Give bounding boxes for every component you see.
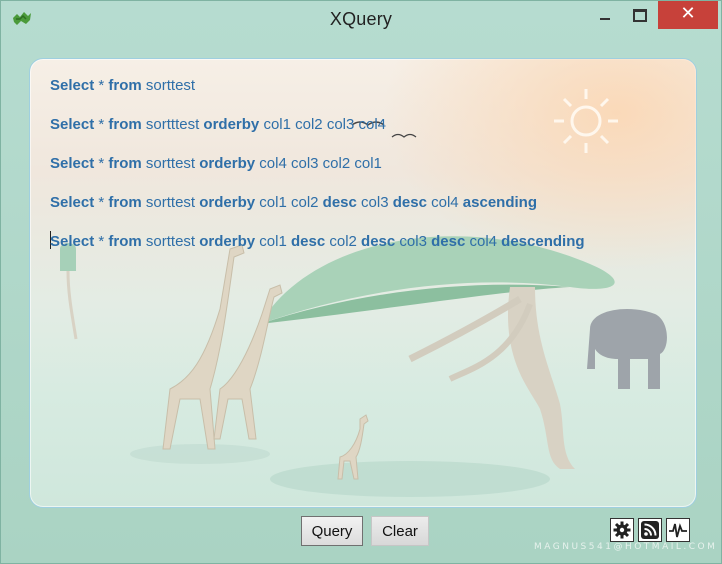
query-text: sorttest: [141, 233, 200, 250]
query-keyword: orderby: [199, 155, 256, 172]
query-keyword: from: [108, 194, 142, 211]
query-keyword: desc: [322, 194, 357, 211]
query-line: Select * from sorttest orderby col4 col3…: [50, 153, 585, 192]
query-line: Select * from sorttest orderby col1 desc…: [50, 231, 585, 270]
query-keyword: orderby: [199, 233, 256, 250]
query-text: col4: [465, 233, 502, 250]
query-text: *: [94, 194, 109, 211]
query-text: sorttest: [141, 194, 200, 211]
query-text: col1 col2: [255, 194, 323, 211]
query-keyword: Select: [50, 77, 95, 94]
query-keyword: from: [108, 233, 142, 250]
query-keyword: from: [108, 77, 142, 94]
query-keyword: desc: [361, 233, 396, 250]
query-text: col3: [356, 194, 393, 211]
monitor-button[interactable]: [666, 518, 690, 542]
activity-icon: [669, 523, 687, 538]
query-line: Select * from sorttest orderby col1 col2…: [50, 192, 585, 231]
query-text: sorttest: [141, 77, 196, 94]
query-text: *: [94, 233, 109, 250]
settings-button[interactable]: [610, 518, 634, 542]
query-button[interactable]: Query: [301, 516, 363, 546]
query-text: col1 col2 col3 col4: [259, 116, 387, 133]
query-keyword: Select: [50, 233, 95, 250]
maximize-button[interactable]: [625, 1, 653, 29]
feed-button[interactable]: [638, 518, 662, 542]
query-keyword: ascending: [462, 194, 537, 211]
app-window: XQuery ✕ Select * from sorttest Select *…: [0, 0, 722, 564]
query-keyword: desc: [431, 233, 466, 250]
query-text: *: [94, 77, 109, 94]
query-text: col3: [395, 233, 432, 250]
query-text-area[interactable]: Select * from sorttest Select * from sort…: [50, 75, 585, 270]
query-keyword: from: [108, 116, 142, 133]
query-line: Select * from sortttest orderby col1 col…: [50, 114, 585, 153]
close-button[interactable]: ✕: [658, 1, 718, 29]
watermark: MAGNUS541@HOTMAIL.COM: [534, 542, 718, 552]
query-text: col4: [426, 194, 463, 211]
query-text: col4 col3 col2 col1: [255, 155, 382, 172]
query-keyword: orderby: [203, 116, 260, 133]
query-text: sortttest: [141, 116, 204, 133]
rss-icon: [641, 521, 659, 539]
query-keyword: desc: [290, 233, 326, 250]
close-icon: ✕: [680, 3, 696, 24]
query-text: sorttest: [141, 155, 200, 172]
query-line: Select * from sorttest: [50, 75, 585, 114]
query-text: col2: [325, 233, 362, 250]
title-bar[interactable]: XQuery ✕: [1, 1, 721, 39]
query-keyword: orderby: [199, 194, 256, 211]
query-text: *: [94, 116, 109, 133]
query-editor[interactable]: Select * from sorttest Select * from sort…: [29, 58, 697, 508]
query-keyword: desc: [392, 194, 427, 211]
query-text: *: [94, 155, 109, 172]
query-keyword: Select: [50, 194, 95, 211]
query-text: col1: [255, 233, 291, 250]
query-keyword: Select: [50, 155, 95, 172]
gear-icon: [613, 521, 631, 539]
clear-button[interactable]: Clear: [371, 516, 429, 546]
minimize-button[interactable]: [591, 1, 619, 29]
query-keyword: Select: [50, 116, 95, 133]
query-keyword: descending: [501, 233, 585, 250]
query-keyword: from: [108, 155, 142, 172]
